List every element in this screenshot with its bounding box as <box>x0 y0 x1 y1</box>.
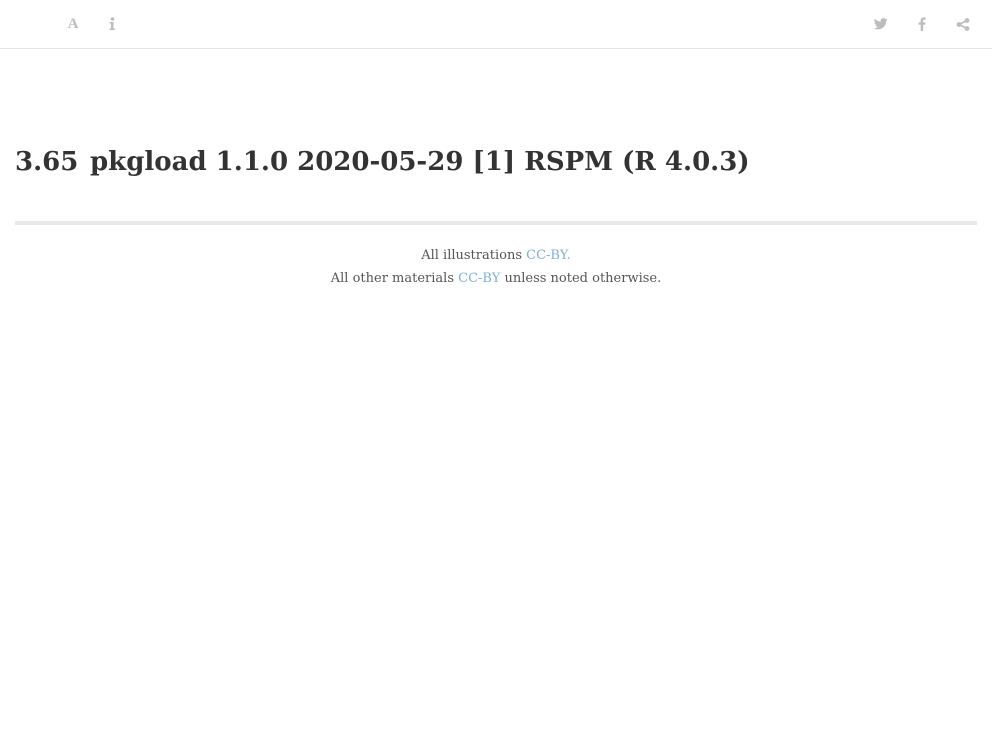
materials-license-text: All other materials <box>330 271 459 286</box>
section-title: pkgload 1.1.0 2020-05-29 [1] RSPM (R 4.0… <box>90 147 750 177</box>
share-button[interactable] <box>951 12 975 36</box>
materials-license-line: All other materials CC-BY unless noted o… <box>0 267 992 290</box>
facebook-share-button[interactable] <box>910 12 934 36</box>
twitter-share-button[interactable] <box>869 12 893 36</box>
illustrations-license-link[interactable]: CC-BY. <box>526 248 571 263</box>
heading-divider <box>15 221 977 225</box>
book-toolbar: A <box>0 0 992 49</box>
font-icon: A <box>67 15 79 32</box>
section-number: 3.65 <box>15 147 79 177</box>
materials-license-link[interactable]: CC-BY <box>458 271 500 286</box>
section-heading: 3.65 pkgload 1.1.0 2020-05-29 [1] RSPM (R… <box>15 140 977 184</box>
license-footer: All illustrations CC-BY. All other mater… <box>0 244 992 290</box>
facebook-icon <box>918 17 926 31</box>
illustrations-license-line: All illustrations CC-BY. <box>0 244 992 267</box>
twitter-icon <box>874 18 888 30</box>
illustrations-license-text: All illustrations <box>421 248 527 263</box>
materials-license-suffix: unless noted otherwise. <box>500 271 662 286</box>
info-button[interactable] <box>100 12 124 36</box>
share-icon <box>956 17 970 31</box>
font-settings-button[interactable]: A <box>61 12 85 36</box>
info-icon <box>109 17 115 30</box>
